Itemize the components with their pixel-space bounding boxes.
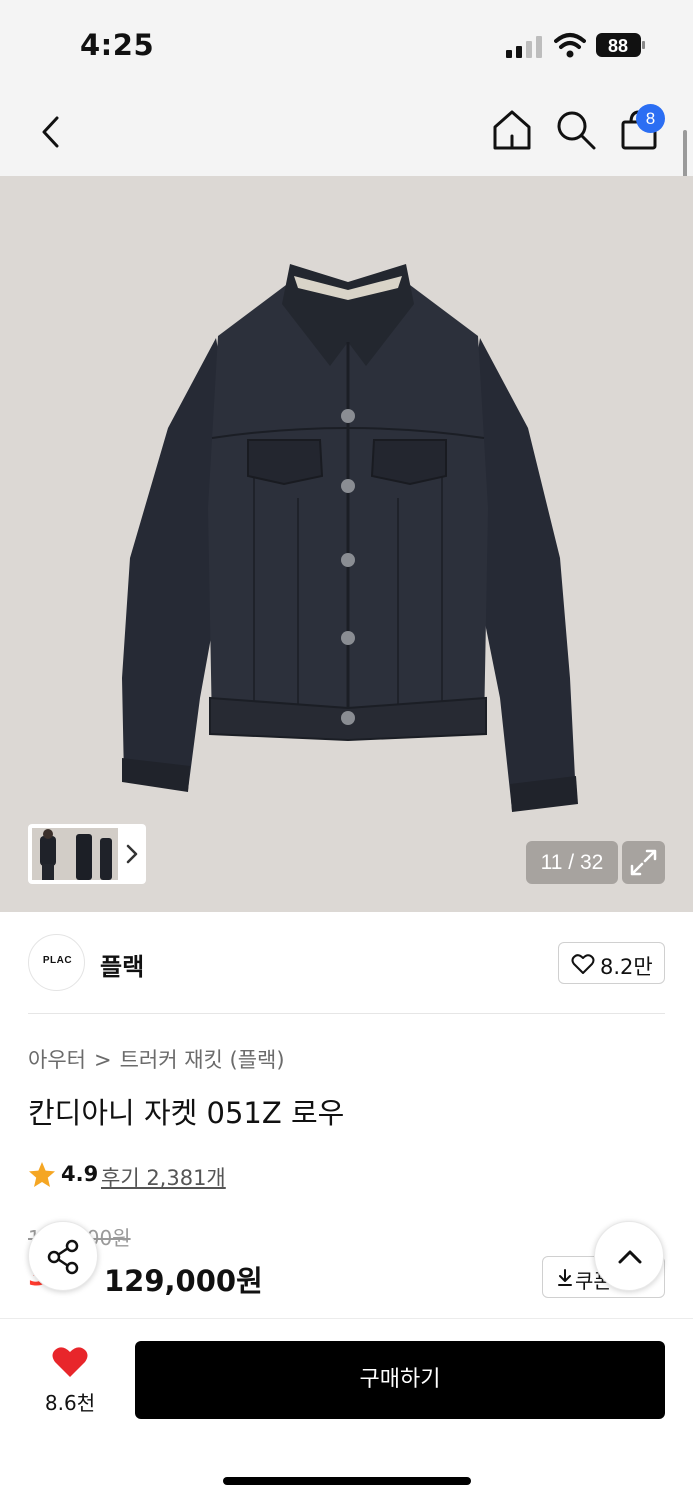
heart-outline-icon <box>571 954 595 974</box>
product-title: 칸디아니 자켓 051Z 로우 <box>28 1096 345 1130</box>
sale-price: 129,000원 <box>104 1264 263 1298</box>
search-icon[interactable] <box>554 108 598 152</box>
product-image <box>122 264 578 812</box>
breadcrumb-separator: > <box>93 1048 112 1072</box>
chevron-up-icon <box>618 1250 642 1264</box>
status-bar: 4:25 88 <box>0 0 693 90</box>
back-icon[interactable] <box>30 110 70 154</box>
image-page-counter: 11 / 32 <box>526 841 618 884</box>
home-icon[interactable] <box>490 108 534 152</box>
breadcrumb-item-trucker-jacket[interactable]: 트러커 재킷 (플랙) <box>120 1044 285 1074</box>
section-divider <box>28 1013 665 1014</box>
wifi-icon <box>554 33 586 58</box>
brand-logo[interactable]: PLAC <box>28 934 85 991</box>
bottom-action-bar: 8.6천 구매하기 <box>0 1318 693 1500</box>
share-button[interactable] <box>28 1221 98 1291</box>
star-icon <box>29 1162 55 1187</box>
buy-button[interactable]: 구매하기 <box>135 1341 665 1419</box>
signal-icon <box>506 36 542 58</box>
brand-like-count: 8.2만 <box>600 955 653 979</box>
chevron-right-icon <box>126 844 138 864</box>
wish-count: 8.6천 <box>44 1391 96 1415</box>
thumbnail-strip[interactable] <box>28 824 146 884</box>
share-icon <box>47 1239 79 1275</box>
thumbnail-image <box>32 828 118 880</box>
breadcrumb-item-outer[interactable]: 아우터 <box>28 1044 86 1074</box>
battery-icon: 88 <box>596 33 645 57</box>
status-time: 4:25 <box>80 28 155 62</box>
top-nav-bar <box>0 90 693 176</box>
cart-count-badge: 8 <box>636 104 665 133</box>
heart-filled-icon[interactable] <box>51 1345 89 1379</box>
product-image-gallery[interactable]: 11 / 32 <box>0 176 693 912</box>
brand-name[interactable]: 플랙 <box>100 947 144 982</box>
home-indicator[interactable] <box>223 1477 471 1485</box>
review-count-link[interactable]: 후기 2,381개 <box>101 1162 226 1192</box>
rating-value: 4.9 <box>61 1162 99 1186</box>
battery-level: 88 <box>608 36 628 56</box>
scroll-to-top-button[interactable] <box>594 1221 664 1291</box>
breadcrumb: 아우터 > 트러커 재킷 (플랙) <box>28 1044 285 1074</box>
download-icon <box>558 1269 572 1286</box>
brand-like-button[interactable]: 8.2만 <box>558 942 665 984</box>
expand-icon[interactable] <box>622 841 665 884</box>
brand-logo-text: PLAC <box>42 955 73 966</box>
